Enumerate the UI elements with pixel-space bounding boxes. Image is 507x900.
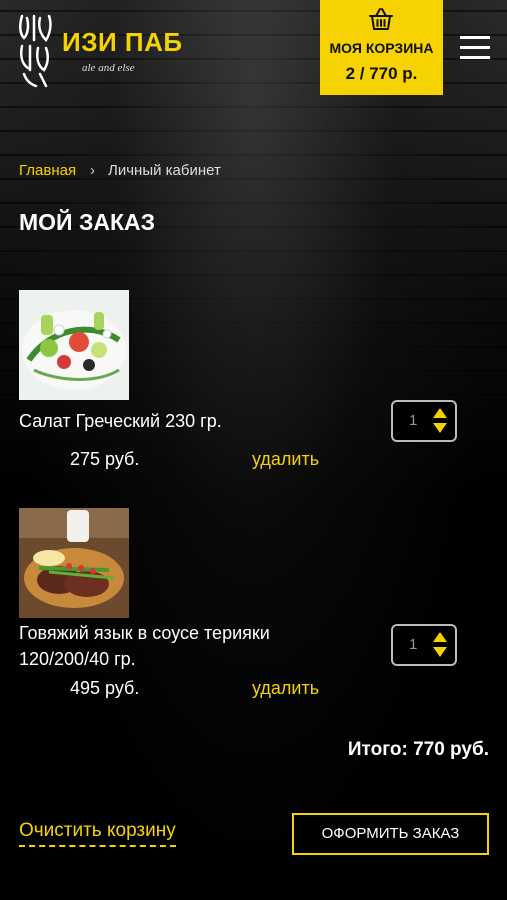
item-price: 495 руб. bbox=[70, 678, 140, 698]
cart-total: 2 / 770 р. bbox=[345, 64, 418, 83]
clear-cart-link[interactable]: Очистить корзину bbox=[19, 820, 176, 847]
basket-icon bbox=[368, 6, 394, 32]
decrease-arrow-icon[interactable] bbox=[433, 647, 447, 657]
quantity-stepper[interactable]: 1 bbox=[391, 400, 457, 442]
checkout-button[interactable]: ОФОРМИТЬ ЗАКАЗ bbox=[292, 813, 489, 855]
item-name: Салат Греческий 230 гр. bbox=[19, 411, 222, 431]
delete-item-link[interactable]: удалить bbox=[252, 449, 319, 470]
cart-label: МОЯ КОРЗИНА bbox=[329, 40, 434, 56]
item-price: 275 руб. bbox=[70, 449, 140, 469]
logo-mark-icon bbox=[16, 12, 56, 88]
order-total: Итого: 770 руб. bbox=[347, 739, 489, 760]
hamburger-menu-icon[interactable] bbox=[460, 36, 490, 60]
page-title: МОЙ ЗАКАЗ bbox=[19, 209, 156, 235]
quantity-value: 1 bbox=[409, 636, 418, 653]
cart-button[interactable]: МОЯ КОРЗИНА 2 / 770 р. bbox=[320, 0, 443, 95]
logo-title[interactable]: ИЗИ ПАБ bbox=[62, 27, 183, 58]
quantity-value: 1 bbox=[409, 412, 418, 429]
item-name: Говяжий язык в соусе терияки 120/200/40 … bbox=[19, 623, 270, 669]
logo-subtitle: ale and else bbox=[82, 62, 135, 74]
breadcrumb-current: Личный кабинет bbox=[108, 162, 221, 179]
quantity-stepper[interactable]: 1 bbox=[391, 624, 457, 666]
item-image-greek-salad[interactable] bbox=[19, 290, 129, 400]
item-image-beef-tongue[interactable] bbox=[19, 508, 129, 618]
breadcrumb-separator-icon: › bbox=[90, 162, 95, 179]
increase-arrow-icon[interactable] bbox=[433, 408, 447, 418]
increase-arrow-icon[interactable] bbox=[433, 632, 447, 642]
delete-item-link[interactable]: удалить bbox=[252, 678, 319, 699]
decrease-arrow-icon[interactable] bbox=[433, 423, 447, 433]
breadcrumb-home-link[interactable]: Главная bbox=[19, 162, 76, 179]
